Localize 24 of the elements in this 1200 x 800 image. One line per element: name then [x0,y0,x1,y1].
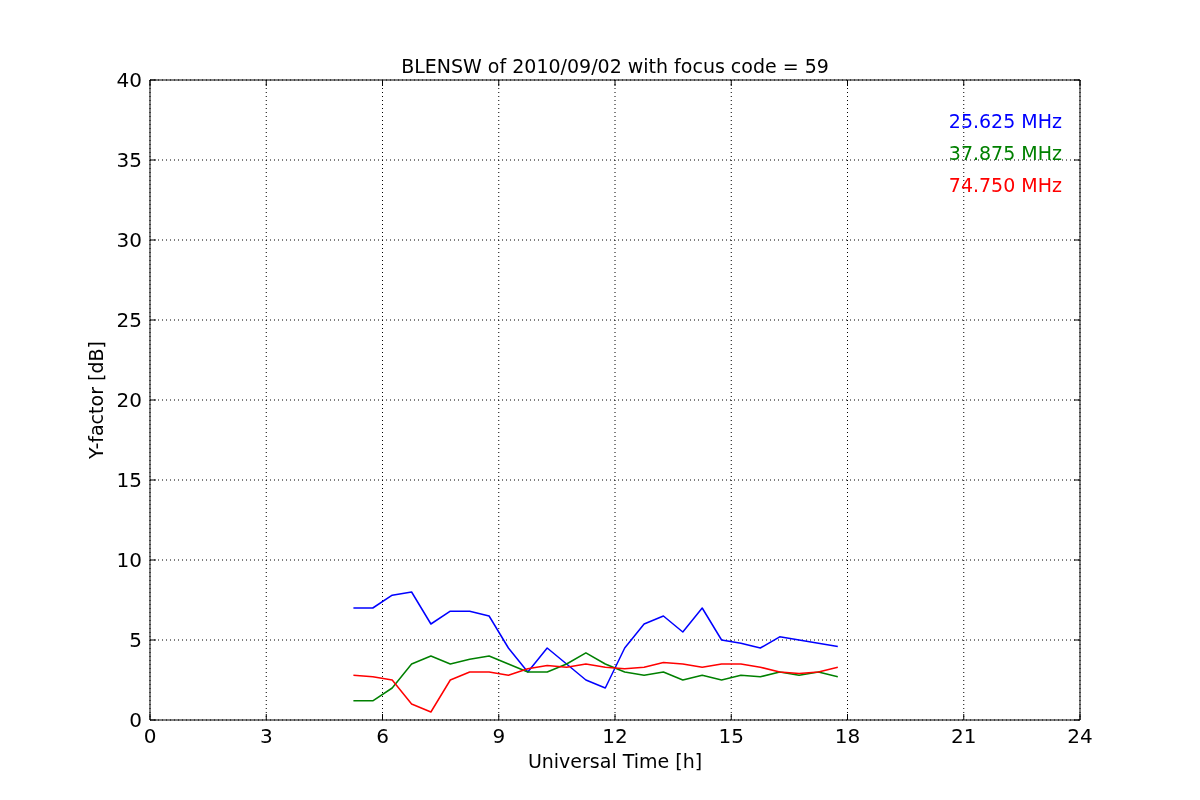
y-tick-label: 30 [116,228,142,252]
chart-title: BLENSW of 2010/09/02 with focus code = 59 [401,55,829,77]
x-tick-label: 0 [143,724,157,748]
y-tick-label: 20 [116,388,142,412]
y-tick-label: 35 [116,148,142,172]
y-axis-label: Y-factor [dB] [85,341,107,459]
y-tick-label: 40 [116,68,142,92]
x-tick-label: 15 [718,724,744,748]
y-tick-label: 15 [116,468,142,492]
y-tick-label: 5 [129,628,142,652]
x-tick-label: 21 [951,724,977,748]
x-tick-label: 6 [376,724,389,748]
legend-label: 37.875 MHz [948,142,1062,164]
legend-label: 25.625 MHz [948,110,1062,132]
y-tick-label: 10 [116,548,142,572]
x-tick-label: 24 [1067,724,1093,748]
x-axis-label: Universal Time [h] [527,750,703,772]
x-tick-label: 9 [492,724,506,748]
y-tick-label: 0 [129,708,142,732]
x-tick-label: 12 [602,724,628,748]
x-tick-label: 18 [834,724,861,748]
x-tick-label: 3 [259,724,273,748]
y-tick-label: 25 [116,308,142,332]
legend-label: 74.750 MHz [948,174,1062,196]
